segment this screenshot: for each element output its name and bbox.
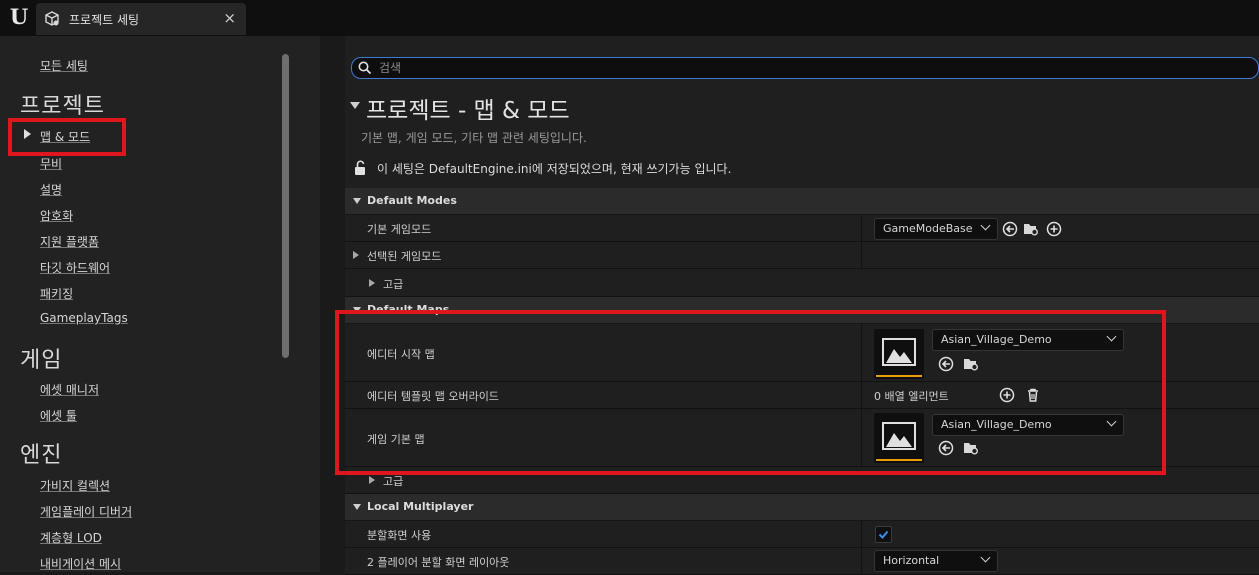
game-default-map-dropdown[interactable]: Asian_Village_Demo [932,414,1124,436]
map-thumbnail[interactable] [874,329,924,379]
sidebar-item-hierarchical-lod[interactable]: 계층형 LOD [40,529,102,546]
sidebar-item-target-hardware[interactable]: 타깃 하드웨어 [40,259,110,276]
sidebar-item-navigation-mesh[interactable]: 내비게이션 메시 [40,555,121,572]
row-label: 2 플레이어 분할 화면 레이아웃 [367,556,510,569]
row-label: 선택된 게임모드 [367,250,442,263]
chevron-down-icon [980,220,991,231]
add-icon[interactable] [1046,221,1062,237]
splitscreen-checkbox[interactable] [875,526,892,543]
gamemode-dropdown[interactable]: GameModeBase [874,218,998,240]
collapse-arrow-icon [353,504,361,510]
sidebar-item-gameplay-tags[interactable]: GameplayTags [40,311,128,325]
array-count-text: 0 배열 엘리먼트 [874,390,949,403]
search-box[interactable] [351,57,1259,79]
config-status-text: 이 세팅은 DefaultEngine.ini에 저장되었으며, 현재 쓰기가능… [377,162,732,176]
search-icon [358,61,372,75]
search-input[interactable] [379,60,1239,76]
row-label: 기본 게임모드 [367,223,432,236]
sidebar-item-supported-platforms[interactable]: 지원 플랫폼 [40,233,99,250]
section-title: Default Modes [367,194,457,207]
section-default-maps[interactable]: Default Maps [345,297,1259,324]
dropdown-value: Horizontal [883,554,940,567]
use-selected-icon[interactable] [1002,221,1018,237]
map-thumbnail[interactable] [874,413,924,463]
tab-title: 프로젝트 세팅 [69,13,140,27]
unreal-logo-icon: U [9,4,29,29]
sidebar-category-engine: 엔진 [20,443,63,468]
sidebar-item-asset-manager[interactable]: 에셋 매니저 [40,381,99,398]
dropdown-value: Asian_Village_Demo [941,333,1052,346]
section-default-modes[interactable]: Default Modes [345,188,1259,215]
row-default-gamemode: 기본 게임모드 [345,215,1259,242]
sidebar-item-garbage-collection[interactable]: 가비지 컬렉션 [40,477,110,494]
row-advanced-maps[interactable]: 고급 [345,467,1259,494]
row-label: 게임 기본 맵 [367,433,425,446]
sidebar-item-all-settings[interactable]: 모든 세팅 [40,57,88,74]
page-description: 기본 맵, 게임 모드, 기타 맵 관련 세팅입니다. [361,131,587,145]
expand-arrow-icon [24,129,31,139]
page-title: 프로젝트 - 맵 & 모드 [366,98,570,124]
sidebar-item-maps-modes[interactable]: 맵 & 모드 [40,128,90,145]
sidebar-category-game: 게임 [20,348,63,373]
expand-arrow-icon [369,476,375,484]
row-selected-gamemode[interactable]: 선택된 게임모드 [345,242,1259,269]
row-label: 고급 [383,278,404,291]
sidebar-scrollbar[interactable] [282,54,289,358]
section-title: Local Multiplayer [367,500,474,513]
collapse-arrow-icon [353,307,361,313]
row-label: 에디터 시작 맵 [367,348,435,361]
sidebar-category-project: 프로젝트 [20,94,105,119]
dropdown-value: GameModeBase [883,222,973,235]
unlock-icon [355,160,365,175]
chevron-down-icon [980,552,991,563]
dropdown-value: Asian_Village_Demo [941,418,1052,431]
top-bar: U 프로젝트 세팅 × [0,0,1259,36]
sidebar-item-packaging[interactable]: 패키징 [40,285,73,302]
chevron-down-icon [1106,331,1117,342]
tab-project-settings[interactable]: 프로젝트 세팅 × [36,3,246,35]
sidebar-item-movies[interactable]: 무비 [40,155,62,172]
browse-folder-icon[interactable] [1023,221,1039,237]
row-template-map-override: 에디터 템플릿 맵 오버라이드 0 배열 엘리먼트 [345,382,1259,409]
chevron-down-icon [1106,416,1117,427]
row-label: 고급 [383,475,404,488]
row-advanced[interactable]: 고급 [345,269,1259,297]
map-asset-icon [882,422,916,450]
expand-arrow-icon [369,279,375,287]
row-two-player-layout: 2 플레이어 분할 화면 레이아웃 [345,548,1259,575]
row-label: 에디터 템플릿 맵 오버라이드 [367,390,499,403]
editor-startup-map-dropdown[interactable]: Asian_Village_Demo [932,329,1124,351]
collapse-arrow-icon [353,198,361,204]
close-icon[interactable]: × [223,9,236,27]
trash-icon[interactable] [1025,387,1041,403]
row-use-splitscreen: 분할화면 사용 [345,521,1259,548]
expand-arrow-icon [353,251,359,259]
use-selected-icon[interactable] [938,440,954,456]
section-title: Default Maps [367,303,450,316]
sidebar-item-encryption[interactable]: 암호화 [40,207,73,224]
sidebar-item-gameplay-debugger[interactable]: 게임플레이 디버거 [40,503,132,520]
collapse-arrow-icon[interactable] [350,102,360,109]
use-selected-icon[interactable] [938,356,954,372]
browse-folder-icon[interactable] [963,356,979,372]
add-icon[interactable] [999,387,1015,403]
browse-folder-icon[interactable] [963,440,979,456]
sidebar-item-description[interactable]: 설명 [40,181,62,198]
checkmark-icon [878,530,889,539]
sidebar-item-asset-tools[interactable]: 에셋 툴 [40,407,77,424]
section-local-multiplayer[interactable]: Local Multiplayer [345,494,1259,521]
settings-cube-icon [45,11,59,26]
row-label: 분할화면 사용 [367,529,432,542]
map-asset-icon [882,338,916,366]
two-player-layout-dropdown[interactable]: Horizontal [874,550,998,572]
